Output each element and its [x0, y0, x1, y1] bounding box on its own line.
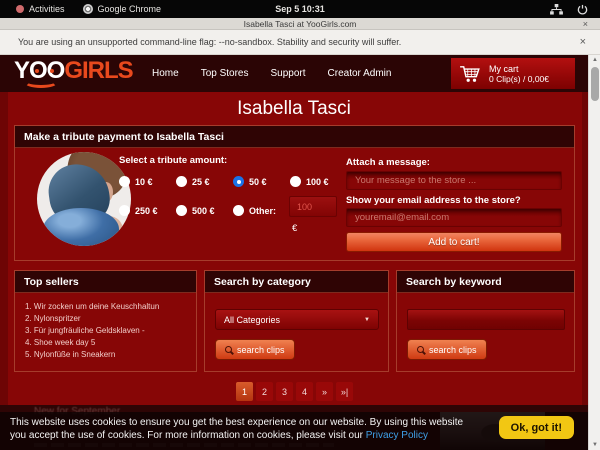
- logo-smile-arc: [24, 76, 58, 88]
- tribute-amount-option-50-selected[interactable]: 50 €: [233, 176, 267, 187]
- system-bar: Activities Google Chrome Sep 5 10:31: [0, 0, 600, 18]
- tab-close-icon[interactable]: ×: [583, 18, 588, 30]
- chevron-down-icon: ▼: [364, 317, 370, 323]
- cookie-ok-button[interactable]: Ok, got it!: [499, 416, 574, 439]
- search-icon: [417, 346, 424, 353]
- page-button-2[interactable]: 2: [256, 382, 273, 401]
- search-clips-label: search clips: [237, 345, 285, 355]
- amount-label: Other:: [249, 206, 276, 216]
- email-label: Show your email address to the store?: [346, 195, 521, 206]
- top-seller-link[interactable]: 3. Für jungfräuliche Geldsklaven -: [25, 325, 159, 337]
- privacy-policy-link[interactable]: Privacy Policy: [366, 430, 428, 441]
- search-clips-button-category[interactable]: search clips: [215, 339, 295, 360]
- chrome-infobar: You are using an unsupported command-lin…: [0, 30, 600, 55]
- search-clips-button-keyword[interactable]: search clips: [407, 339, 487, 360]
- category-select-value: All Categories: [224, 315, 280, 325]
- power-icon[interactable]: [577, 4, 588, 15]
- top-seller-link[interactable]: 1. Wir zocken um deine Keuschhaltun: [25, 301, 159, 313]
- scrollbar-down-arrow[interactable]: ▼: [589, 442, 600, 448]
- infobar-close-icon[interactable]: ×: [580, 36, 586, 48]
- radio-icon[interactable]: [176, 176, 187, 187]
- page-button-next[interactable]: »: [316, 382, 333, 401]
- cookie-banner: This website uses cookies to ensure you …: [0, 412, 588, 450]
- avatar-shorts: [43, 208, 119, 246]
- message-label: Attach a message:: [346, 157, 430, 168]
- top-sellers-header: Top sellers: [15, 271, 196, 293]
- logo-eye-dot: [35, 69, 39, 73]
- other-amount-input[interactable]: [289, 196, 337, 217]
- radio-icon[interactable]: [233, 205, 244, 216]
- cookie-text: This website uses cookies to ensure you …: [10, 417, 478, 442]
- page-button-4[interactable]: 4: [296, 382, 313, 401]
- top-seller-link[interactable]: 2. Nylonspritzer: [25, 313, 159, 325]
- cart-button[interactable]: My cart 0 Clip(s) / 0,00€: [451, 58, 575, 89]
- store-avatar-photo: [37, 152, 131, 246]
- tribute-amount-option-10[interactable]: 10 €: [119, 176, 153, 187]
- radio-icon[interactable]: [119, 205, 130, 216]
- tribute-amount-option-25[interactable]: 25 €: [176, 176, 210, 187]
- tribute-panel: Make a tribute payment to Isabella Tasci…: [14, 125, 575, 261]
- add-to-cart-button[interactable]: Add to cart!: [346, 232, 562, 252]
- nav-top-stores[interactable]: Top Stores: [201, 68, 249, 79]
- tribute-amount-option-250[interactable]: 250 €: [119, 205, 158, 216]
- bottom-panels: Top sellers 1. Wir zocken um deine Keusc…: [14, 270, 575, 372]
- site-viewport: YOOGIRLS Home Top Stores Support Creator…: [0, 55, 588, 450]
- cart-icon: [459, 65, 481, 83]
- search-clips-label: search clips: [429, 345, 477, 355]
- amount-label: 100 €: [306, 177, 329, 187]
- amount-label: 250 €: [135, 206, 158, 216]
- search-category-header: Search by category: [205, 271, 388, 293]
- tribute-amount-option-100[interactable]: 100 €: [290, 176, 329, 187]
- message-input[interactable]: [346, 171, 562, 190]
- radio-icon[interactable]: [176, 205, 187, 216]
- amount-label: 50 €: [249, 177, 267, 187]
- top-seller-link[interactable]: 4. Shoe week day 5: [25, 337, 159, 349]
- top-sellers-list: 1. Wir zocken um deine Keuschhaltun 2. N…: [25, 301, 159, 361]
- scrollbar-up-arrow[interactable]: ▲: [589, 57, 600, 63]
- tribute-panel-header: Make a tribute payment to Isabella Tasci: [15, 126, 574, 148]
- clock[interactable]: Sep 5 10:31: [0, 4, 600, 14]
- radio-icon[interactable]: [119, 176, 130, 187]
- top-sellers-panel: Top sellers 1. Wir zocken um deine Keusc…: [14, 270, 197, 372]
- search-keyword-header: Search by keyword: [397, 271, 574, 293]
- logo-text-girls: GIRLS: [64, 57, 132, 84]
- category-select[interactable]: All Categories ▼: [215, 309, 379, 330]
- page-button-3[interactable]: 3: [276, 382, 293, 401]
- currency-label: €: [292, 223, 297, 234]
- keyword-input[interactable]: [407, 309, 565, 330]
- site-logo[interactable]: YOOGIRLS: [14, 58, 133, 84]
- network-icon[interactable]: [550, 4, 563, 15]
- nav-support[interactable]: Support: [271, 68, 306, 79]
- cart-label: My cart: [489, 64, 549, 74]
- infobar-message: You are using an unsupported command-lin…: [18, 37, 401, 47]
- search-category-panel: Search by category All Categories ▼ sear…: [204, 270, 389, 372]
- tab-title: Isabella Tasci at YooGirls.com: [244, 19, 357, 29]
- page-button-last[interactable]: »|: [336, 382, 353, 401]
- amount-label: 10 €: [135, 177, 153, 187]
- tribute-amount-option-other[interactable]: Other:: [233, 205, 276, 216]
- radio-icon-selected[interactable]: [233, 176, 244, 187]
- radio-icon[interactable]: [290, 176, 301, 187]
- nav-home[interactable]: Home: [152, 68, 179, 79]
- nav-creator-admin[interactable]: Creator Admin: [328, 68, 392, 79]
- cart-count: 0 Clip(s) / 0,00€: [489, 74, 549, 84]
- search-keyword-panel: Search by keyword search clips: [396, 270, 575, 372]
- scrollbar-track[interactable]: ▲ ▼: [588, 55, 600, 450]
- scrollbar-thumb[interactable]: [591, 67, 599, 101]
- email-input[interactable]: [346, 208, 562, 227]
- amount-label: 500 €: [192, 206, 215, 216]
- search-icon: [225, 346, 232, 353]
- page-title: Isabella Tasci: [0, 98, 588, 120]
- main-nav: Home Top Stores Support Creator Admin: [152, 55, 391, 92]
- pagination: 1 2 3 4 » »|: [14, 382, 575, 401]
- select-amount-label: Select a tribute amount:: [119, 155, 227, 166]
- browser-tab[interactable]: Isabella Tasci at YooGirls.com ×: [0, 18, 600, 30]
- page-button-1[interactable]: 1: [236, 382, 253, 401]
- top-seller-link[interactable]: 5. Nylonfüße in Sneakern: [25, 349, 159, 361]
- logo-eye-dot: [50, 69, 54, 73]
- amount-label: 25 €: [192, 177, 210, 187]
- tribute-amount-option-500[interactable]: 500 €: [176, 205, 215, 216]
- site-header: YOOGIRLS Home Top Stores Support Creator…: [0, 55, 588, 92]
